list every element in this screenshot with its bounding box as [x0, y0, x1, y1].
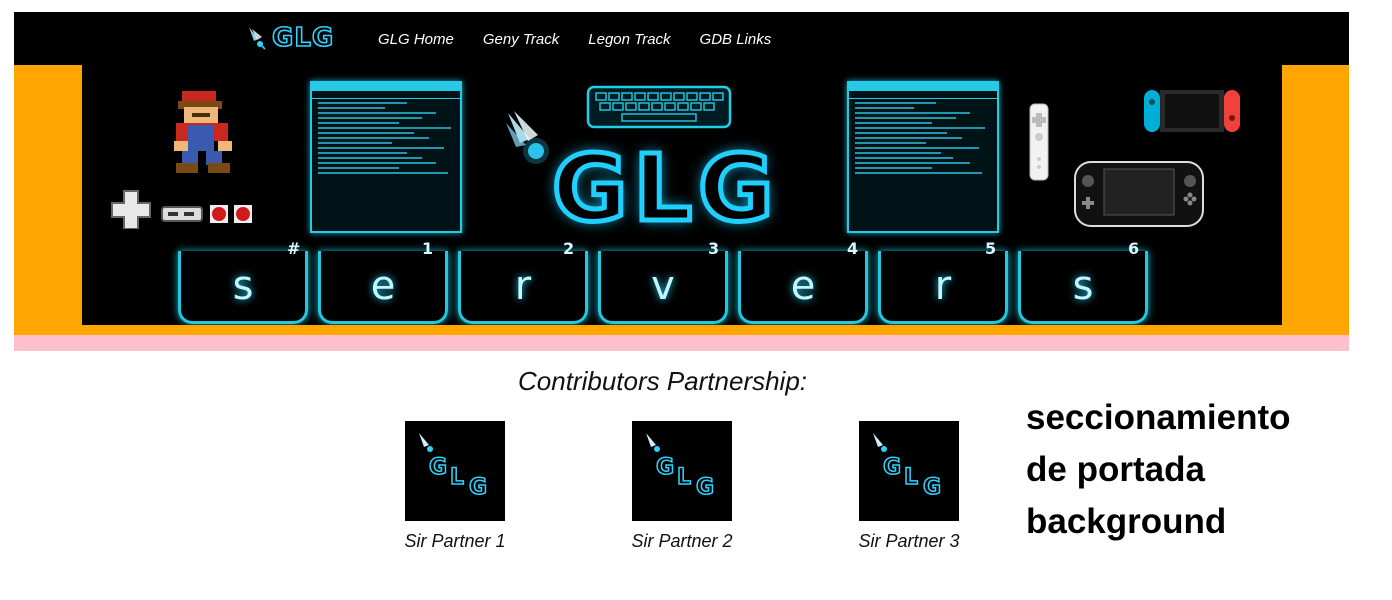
side-note-line: de portada — [1026, 450, 1205, 489]
partner-logo[interactable]: GLG — [405, 421, 505, 521]
logo-text: GLG — [271, 22, 335, 54]
fairy-icon — [646, 433, 660, 452]
terminal-window-right — [847, 81, 999, 233]
side-note-line: seccionamiento — [1026, 398, 1291, 437]
hero-banner: GLG s e r v e r s # 1 2 3 4 5 6 — [82, 65, 1282, 325]
fairy-icon — [506, 111, 549, 164]
nav-link-geny-track[interactable]: Geny Track — [483, 31, 559, 48]
partner-card[interactable]: GLG Sir Partner 3 — [858, 421, 960, 551]
fairy-icon — [419, 433, 433, 452]
partner-name: Sir Partner 3 — [858, 531, 960, 551]
nav-link-legon-track[interactable]: Legon Track — [588, 31, 670, 48]
partner-name: Sir Partner 1 — [404, 531, 506, 551]
key-r: r — [878, 251, 1008, 324]
key-letter: r — [514, 263, 532, 309]
gamepad-controls-icon — [111, 190, 252, 229]
key-letter: r — [934, 263, 952, 309]
key-number: 2 — [563, 239, 575, 258]
key-number: 5 — [985, 239, 997, 258]
wii-remote-icon — [1029, 103, 1049, 181]
key-e: e — [738, 251, 868, 324]
key-number: 1 — [422, 239, 434, 258]
side-note: seccionamiento de portada background — [1026, 392, 1291, 548]
site-logo[interactable]: GLG — [246, 20, 334, 56]
navbar: GLG GLG Home Geny Track Legon Track GDB … — [14, 12, 1349, 65]
partner-logo[interactable]: GLG — [859, 421, 959, 521]
keyboard-icon — [586, 85, 732, 129]
partners-heading: Contributors Partnership: — [518, 366, 808, 396]
partner-name: Sir Partner 2 — [631, 531, 733, 551]
nav-link-glg-home[interactable]: GLG Home — [378, 31, 454, 48]
key-number: 4 — [847, 239, 859, 258]
key-s: s — [178, 251, 308, 324]
partner-card[interactable]: GLG Sir Partner 1 — [404, 421, 506, 551]
key-letter: e — [790, 263, 816, 309]
key-s: s — [1018, 251, 1148, 324]
key-number: 6 — [1128, 239, 1140, 258]
key-r: r — [458, 251, 588, 324]
nav-link-gdb-links[interactable]: GDB Links — [700, 31, 772, 48]
key-letter: v — [651, 263, 675, 309]
partner-logo[interactable]: GLG — [632, 421, 732, 521]
tablet-controller-icon — [1074, 161, 1204, 227]
banner-title: GLG — [550, 133, 780, 245]
key-letter: s — [232, 263, 254, 309]
nav-links: GLG Home Geny Track Legon Track GDB Link… — [378, 31, 800, 48]
banner-underline-strip — [14, 335, 1349, 351]
key-letter: s — [1072, 263, 1094, 309]
partner-card[interactable]: GLG Sir Partner 2 — [631, 421, 733, 551]
fairy-icon — [249, 27, 266, 50]
terminal-window-left — [310, 81, 462, 233]
key-e: e — [318, 251, 448, 324]
key-number: # — [287, 239, 301, 258]
key-number: 3 — [708, 239, 720, 258]
key-v: v — [598, 251, 728, 324]
handheld-console-icon — [1144, 90, 1240, 132]
pixel-plumber-icon — [174, 91, 232, 173]
key-letter: e — [370, 263, 396, 309]
fairy-icon — [873, 433, 887, 452]
side-note-line: background — [1026, 502, 1227, 541]
